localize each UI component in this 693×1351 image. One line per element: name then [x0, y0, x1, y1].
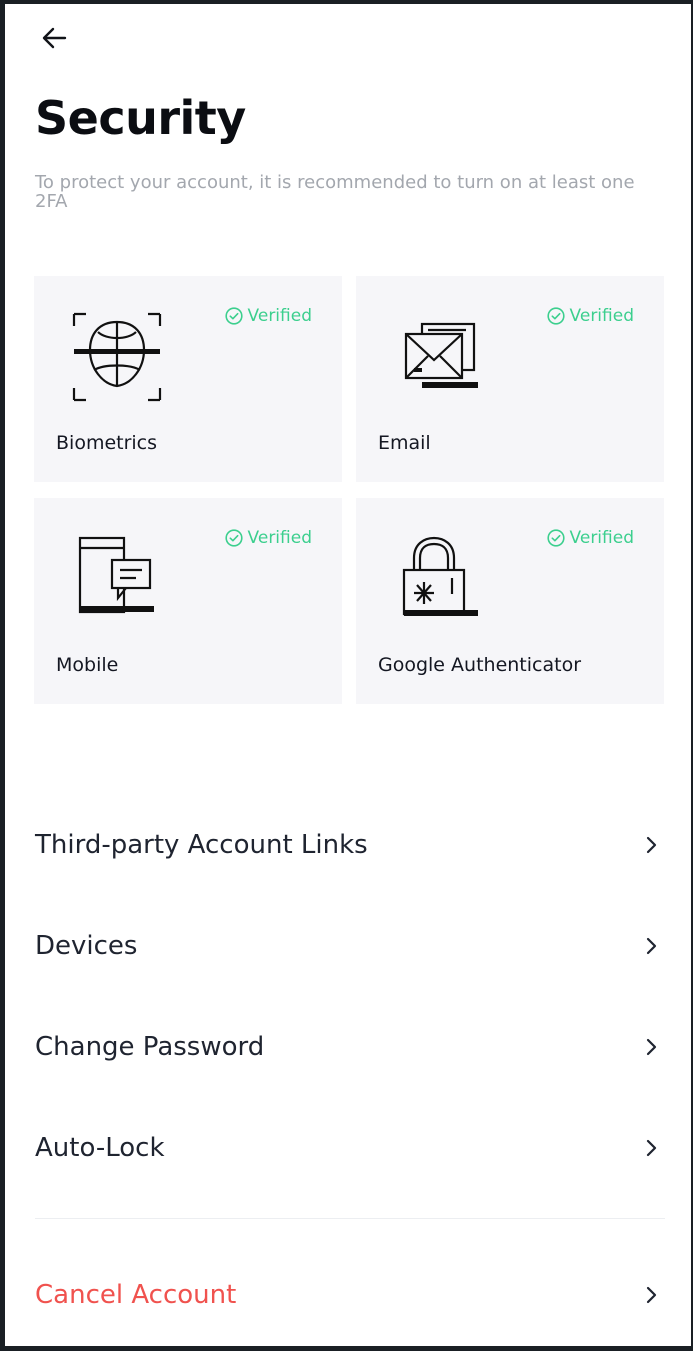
chevron-right-icon — [646, 1139, 657, 1156]
menu-item-label: Change Password — [35, 1031, 265, 1062]
status-badge: Verified — [224, 528, 312, 548]
method-card-label: Email — [378, 432, 431, 454]
menu-item-third-party-links[interactable]: Third-party Account Links — [35, 794, 665, 895]
method-card-label: Biometrics — [56, 432, 158, 454]
page-subtitle: To protect your account, it is recommend… — [35, 172, 635, 212]
chevron-right-icon — [646, 1038, 657, 1055]
status-badge-label: Verified — [247, 528, 312, 548]
chevron-right-icon — [646, 836, 657, 853]
status-badge-label: Verified — [569, 306, 634, 326]
divider — [35, 1218, 665, 1219]
menu-item-devices[interactable]: Devices — [35, 895, 665, 996]
page-title: Security — [35, 91, 246, 145]
cancel-account-label: Cancel Account — [35, 1279, 237, 1310]
method-card-google-authenticator[interactable]: Verified Google Authenticator — [356, 498, 664, 704]
menu-item-change-password[interactable]: Change Password — [35, 996, 665, 1097]
cancel-account-button[interactable]: Cancel Account — [35, 1244, 665, 1345]
arrow-left-icon — [42, 27, 67, 49]
method-card-label: Mobile — [56, 654, 119, 676]
method-card-label: Google Authenticator — [378, 654, 582, 676]
settings-list: Third-party Account Links Devices Change… — [35, 794, 665, 1198]
menu-item-label: Third-party Account Links — [35, 829, 368, 860]
check-circle-icon — [546, 529, 565, 547]
security-screen: Security To protect your account, it is … — [5, 4, 691, 1346]
menu-item-label: Auto-Lock — [35, 1132, 165, 1163]
chevron-right-icon — [646, 937, 657, 954]
chevron-right-icon — [646, 1286, 657, 1303]
padlock-icon — [402, 536, 478, 616]
check-circle-icon — [224, 307, 243, 325]
status-badge-label: Verified — [247, 306, 312, 326]
status-badge: Verified — [546, 528, 634, 548]
back-button[interactable] — [35, 18, 75, 58]
status-badge: Verified — [224, 306, 312, 326]
face-scan-icon — [72, 312, 162, 402]
phone-message-icon — [78, 536, 154, 614]
method-card-email[interactable]: Verified Email — [356, 276, 664, 482]
envelope-icon — [404, 322, 478, 388]
status-badge-label: Verified — [569, 528, 634, 548]
status-badge: Verified — [546, 306, 634, 326]
menu-item-label: Devices — [35, 930, 138, 961]
menu-item-auto-lock[interactable]: Auto-Lock — [35, 1097, 665, 1198]
method-card-mobile[interactable]: Verified Mobile — [34, 498, 342, 704]
check-circle-icon — [546, 307, 565, 325]
check-circle-icon — [224, 529, 243, 547]
method-card-biometrics[interactable]: Verified Biometrics — [34, 276, 342, 482]
